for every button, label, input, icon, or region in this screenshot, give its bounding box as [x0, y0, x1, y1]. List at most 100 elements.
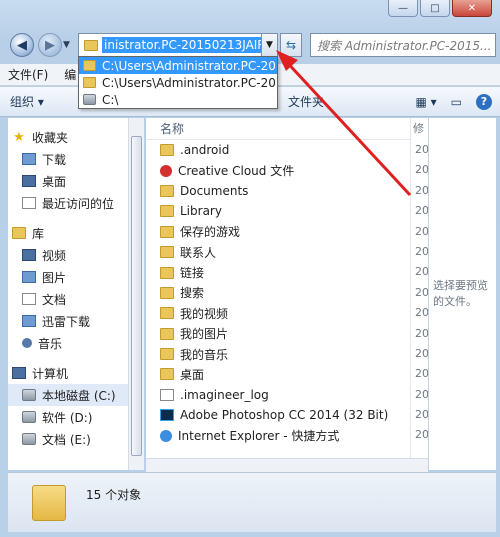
file-row[interactable]: .imagineer_log: [146, 385, 426, 405]
horizontal-scrollbar[interactable]: [146, 458, 428, 472]
menu-file[interactable]: 文件(F): [0, 66, 56, 83]
drive-icon: [22, 433, 36, 445]
file-date: 201: [415, 306, 428, 320]
dropdown-item-label: C:\: [102, 92, 119, 107]
sidebar-item-label: 下载: [42, 152, 67, 167]
file-name: Adobe Photoshop CC 2014 (32 Bit): [180, 408, 389, 423]
sidebar-item-xunlei[interactable]: 迅雷下载: [8, 310, 128, 332]
folder-icon: [160, 184, 174, 197]
sidebar-item-recent[interactable]: 最近访问的位: [8, 192, 128, 214]
file-date: 201: [415, 367, 428, 381]
folder-icon: [160, 205, 174, 218]
file-rows: .android Creative Cloud 文件 Documents Librar…: [146, 140, 426, 446]
sidebar-item-label: 音乐: [38, 336, 63, 351]
column-header-name[interactable]: 名称: [146, 118, 426, 140]
file-date: 201: [415, 408, 428, 422]
sidebar-item-label: 视频: [42, 248, 67, 263]
file-row[interactable]: Internet Explorer - 快捷方式: [146, 425, 426, 445]
organize-button[interactable]: 组织 ▾: [0, 93, 54, 110]
file-list: 名称 .android Creative Cloud 文件 Documents Lib…: [146, 118, 426, 470]
recent-pages-arrow-icon[interactable]: ▼: [63, 40, 70, 50]
view-options-icon[interactable]: ▦ ▾: [415, 95, 436, 109]
close-button[interactable]: ✕: [452, 0, 492, 17]
dropdown-item[interactable]: C:\: [79, 91, 277, 108]
file-date: 201: [415, 326, 428, 340]
help-icon[interactable]: ?: [476, 93, 492, 110]
back-button[interactable]: ◀: [10, 33, 34, 57]
dropdown-item[interactable]: C:\Users\Administrator.PC-2015: [79, 57, 277, 74]
navigation-pane: ★ 收藏夹 下载 桌面 最近访问的位 库 视频 图片 文档 迅雷下载 音乐 计算机…: [8, 118, 128, 470]
address-text[interactable]: inistrator.PC-20150213JAIR: [102, 37, 262, 53]
download-folder-icon: [22, 315, 36, 327]
file-name: Creative Cloud 文件: [178, 164, 295, 179]
sidebar-item-drive-e[interactable]: 文档 (E:): [8, 428, 128, 450]
file-row[interactable]: .android: [146, 140, 426, 160]
sidebar-item-documents[interactable]: 文档: [8, 288, 128, 310]
folder-icon: [160, 246, 174, 259]
photoshop-icon: [160, 409, 174, 422]
file-row[interactable]: 搜索: [146, 283, 426, 303]
file-row[interactable]: Adobe Photoshop CC 2014 (32 Bit): [146, 405, 426, 425]
file-row[interactable]: Creative Cloud 文件: [146, 160, 426, 180]
dropdown-item[interactable]: C:\Users\Administrator.PC-2015: [79, 74, 277, 91]
file-row[interactable]: 我的图片: [146, 324, 426, 344]
new-folder-button[interactable]: 文件夹: [278, 93, 334, 110]
folder-icon: [160, 266, 174, 279]
sidebar-item-favorites[interactable]: ★ 收藏夹: [8, 126, 128, 148]
sidebar-item-music[interactable]: 音乐: [8, 332, 128, 354]
file-name: 桌面: [180, 367, 205, 382]
file-row[interactable]: 桌面: [146, 364, 426, 384]
sidebar-item-downloads[interactable]: 下载: [8, 148, 128, 170]
video-icon: [22, 249, 36, 261]
downloads-icon: [22, 153, 36, 165]
sidebar-item-computer[interactable]: 计算机: [8, 362, 128, 384]
address-dropdown-button[interactable]: ▼: [261, 33, 278, 57]
folder-icon: [160, 368, 174, 381]
sidebar-item-videos[interactable]: 视频: [8, 244, 128, 266]
file-row[interactable]: 链接: [146, 262, 426, 282]
file-name: 我的视频: [180, 306, 229, 321]
file-name: 链接: [180, 266, 205, 281]
drive-icon: [22, 411, 36, 423]
file-name: .android: [180, 143, 230, 158]
address-bar[interactable]: inistrator.PC-20150213JAIR ▼: [78, 33, 278, 57]
file-row[interactable]: Documents: [146, 181, 426, 201]
preview-pane-icon[interactable]: ▭: [451, 95, 462, 109]
folder-icon: [160, 348, 174, 361]
file-name: 我的音乐: [180, 347, 229, 362]
file-row[interactable]: 保存的游戏: [146, 222, 426, 242]
file-row[interactable]: 联系人: [146, 242, 426, 262]
refresh-button[interactable]: ⇆: [280, 33, 302, 57]
column-header-modified[interactable]: 修: [411, 118, 428, 140]
folder-icon: [32, 485, 66, 521]
drive-icon: [22, 389, 36, 401]
preview-pane: 选择要预览的文件。: [428, 118, 496, 470]
minimize-button[interactable]: —: [388, 0, 418, 17]
window-controls: — □ ✕: [388, 0, 492, 17]
sidebar-item-pictures[interactable]: 图片: [8, 266, 128, 288]
maximize-button[interactable]: □: [420, 0, 450, 17]
file-icon: [160, 388, 174, 401]
file-date: 201: [415, 428, 428, 442]
file-row[interactable]: 我的视频: [146, 303, 426, 323]
file-date: 201: [415, 265, 428, 279]
search-input[interactable]: 搜索 Administrator.PC-2015...: [310, 33, 496, 57]
sidebar-item-label: 迅雷下载: [42, 314, 91, 329]
creative-cloud-icon: [160, 164, 172, 177]
document-icon: [22, 293, 36, 305]
folder-icon: [160, 286, 174, 299]
forward-button[interactable]: ▶: [38, 33, 62, 57]
sidebar-item-local-disk[interactable]: 本地磁盘 (C:): [8, 384, 128, 406]
scrollbar-thumb[interactable]: [131, 136, 142, 456]
file-row[interactable]: 我的音乐: [146, 344, 426, 364]
library-icon: [12, 227, 26, 239]
sidebar-scrollbar[interactable]: [128, 118, 144, 470]
star-icon: ★: [13, 129, 25, 145]
folder-icon: [160, 144, 174, 157]
sidebar-item-libraries[interactable]: 库: [8, 222, 128, 244]
sidebar-item-desktop[interactable]: 桌面: [8, 170, 128, 192]
file-row[interactable]: Library: [146, 201, 426, 221]
sidebar-item-label: 图片: [42, 270, 67, 285]
date-cells: 201 201 201 201 201 201 201 201 201 201 201 201 201 2…: [411, 140, 428, 441]
sidebar-item-drive-d[interactable]: 软件 (D:): [8, 406, 128, 428]
